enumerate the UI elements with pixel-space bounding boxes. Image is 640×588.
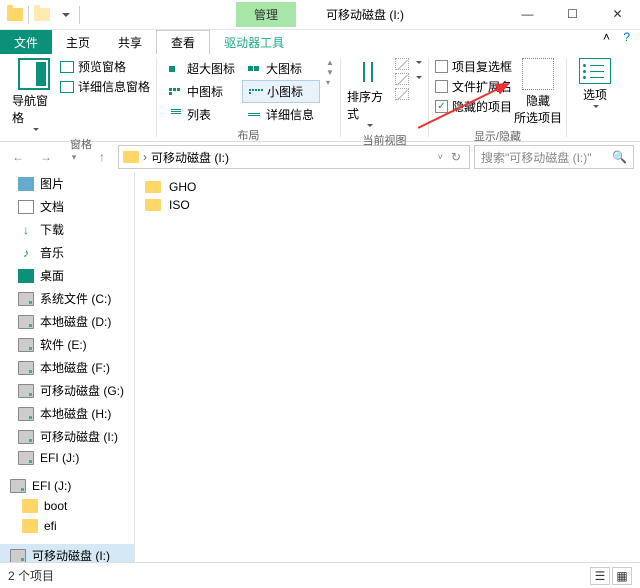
view-lg-icons[interactable]: 大图标 <box>242 58 320 79</box>
group-label: 显示/隐藏 <box>474 126 521 146</box>
view-details[interactable]: 详细信息 <box>242 104 320 125</box>
divider <box>79 6 80 24</box>
back-button[interactable]: ← <box>6 145 30 169</box>
tree-item[interactable]: 可移动磁盘 (I:) <box>0 544 134 562</box>
tree-item[interactable]: 可移动磁盘 (G:) <box>0 379 134 402</box>
tree-item[interactable]: 软件 (E:) <box>0 333 134 356</box>
icons-view-toggle[interactable]: ▦ <box>612 567 632 585</box>
search-placeholder: 搜索"可移动磁盘 (I:)" <box>481 149 592 166</box>
address-text[interactable]: 可移动磁盘 (I:) <box>151 149 229 166</box>
chevron-down-icon <box>33 128 39 134</box>
tree-item[interactable]: 图片 <box>0 172 134 195</box>
titlebar: 管理 可移动磁盘 (I:) — ☐ ✕ <box>0 0 640 30</box>
view-md-icons[interactable]: 中图标 <box>163 80 241 103</box>
tab-strip: 文件 主页 共享 查看 驱动器工具 ˄ ? <box>0 30 640 54</box>
tab-drive-tools[interactable]: 驱动器工具 <box>210 30 298 54</box>
tree-item[interactable]: ♪音乐 <box>0 241 134 264</box>
address-bar: ← → ▾ ↑ › 可移动磁盘 (I:) ˅ ↻ 搜索"可移动磁盘 (I:)" … <box>0 142 640 172</box>
manage-tab[interactable]: 管理 <box>236 2 296 27</box>
folder-icon <box>145 199 161 211</box>
tree-item[interactable]: 本地磁盘 (D:) <box>0 310 134 333</box>
up-button[interactable]: ↑ <box>90 145 114 169</box>
window-title: 可移动磁盘 (I:) <box>326 6 404 23</box>
file-item[interactable]: ISO <box>141 196 634 214</box>
options-button[interactable]: 选项 <box>573 58 617 111</box>
group-label: 窗格 <box>70 134 92 154</box>
search-input[interactable]: 搜索"可移动磁盘 (I:)" 🔍 <box>474 145 634 169</box>
tree-item[interactable]: 本地磁盘 (H:) <box>0 402 134 425</box>
folder-app-icon <box>4 4 26 26</box>
chevron-up-icon[interactable]: ˄ <box>603 30 610 44</box>
tab-file[interactable]: 文件 <box>0 30 52 54</box>
tab-share[interactable]: 共享 <box>104 30 156 54</box>
nav-pane-button[interactable]: 导航窗格 <box>12 58 56 134</box>
more-icon[interactable]: ▾ <box>326 78 334 87</box>
group-by-button[interactable] <box>395 58 422 70</box>
file-extensions-toggle[interactable]: 文件扩展名 <box>435 78 512 95</box>
address-field[interactable]: › 可移动磁盘 (I:) ˅ ↻ <box>118 145 470 169</box>
sort-button[interactable]: 排序方式 <box>347 58 391 130</box>
chevron-right-icon[interactable]: › <box>143 150 147 164</box>
help-icon[interactable]: ? <box>623 30 630 44</box>
tree-item[interactable]: 系统文件 (C:) <box>0 287 134 310</box>
maximize-button[interactable]: ☐ <box>550 0 595 28</box>
tree-item[interactable]: boot <box>0 496 134 516</box>
add-columns-button[interactable] <box>395 73 422 85</box>
tree-item[interactable]: 本地磁盘 (F:) <box>0 356 134 379</box>
item-checkboxes-toggle[interactable]: 项目复选框 <box>435 58 512 75</box>
folder-icon <box>145 181 161 193</box>
forward-button[interactable]: → <box>34 145 58 169</box>
item-count: 2 个项目 <box>8 567 54 584</box>
scroll-down-icon[interactable]: ▼ <box>326 68 334 77</box>
tree-item[interactable]: 文档 <box>0 195 134 218</box>
tree-item[interactable]: 可移动磁盘 (I:) <box>0 425 134 448</box>
ribbon: 导航窗格 预览窗格 详细信息窗格 窗格 超大图标 大图标 中图标 小图标 列表 … <box>0 54 640 142</box>
file-list[interactable]: GHOISO <box>135 172 640 562</box>
scroll-up-icon[interactable]: ▲ <box>326 58 334 67</box>
tree-item[interactable]: EFI (J:) <box>0 476 134 496</box>
hidden-items-toggle[interactable]: 隐藏的项目 <box>435 98 512 115</box>
refresh-icon[interactable]: ↻ <box>447 150 465 164</box>
tree-item[interactable]: efi <box>0 516 134 536</box>
preview-pane-button[interactable]: 预览窗格 <box>60 58 150 75</box>
chevron-down-icon <box>593 105 599 111</box>
folder-icon <box>123 151 139 163</box>
tree-item[interactable]: 桌面 <box>0 264 134 287</box>
group-label: 布局 <box>237 125 259 145</box>
view-list[interactable]: 列表 <box>163 104 241 125</box>
chevron-down-icon[interactable]: ˅ <box>438 152 443 162</box>
qat-dropdown-icon[interactable] <box>55 4 77 26</box>
close-button[interactable]: ✕ <box>595 0 640 28</box>
nav-pane-label: 导航窗格 <box>12 92 56 126</box>
size-columns-button[interactable] <box>395 88 422 100</box>
details-view-toggle[interactable]: ☰ <box>590 567 610 585</box>
view-xl-icons[interactable]: 超大图标 <box>163 58 241 79</box>
divider <box>28 6 29 24</box>
qat-slot-icon[interactable] <box>31 4 53 26</box>
nav-tree[interactable]: 图片文档↓下载♪音乐桌面系统文件 (C:)本地磁盘 (D:)软件 (E:)本地磁… <box>0 172 135 562</box>
search-icon[interactable]: 🔍 <box>612 150 627 164</box>
tree-item[interactable]: ↓下载 <box>0 218 134 241</box>
file-item[interactable]: GHO <box>141 178 634 196</box>
tab-home[interactable]: 主页 <box>52 30 104 54</box>
minimize-button[interactable]: — <box>505 0 550 28</box>
options-icon <box>579 58 611 84</box>
view-sm-icons[interactable]: 小图标 <box>242 80 320 103</box>
statusbar: 2 个项目 ☰ ▦ <box>0 562 640 588</box>
hide-selected-button[interactable]: 隐藏 所选项目 <box>516 58 560 126</box>
group-label: 当前视图 <box>362 130 406 150</box>
tab-view[interactable]: 查看 <box>156 30 210 54</box>
tree-item[interactable]: EFI (J:) <box>0 448 134 468</box>
details-pane-button[interactable]: 详细信息窗格 <box>60 78 150 95</box>
